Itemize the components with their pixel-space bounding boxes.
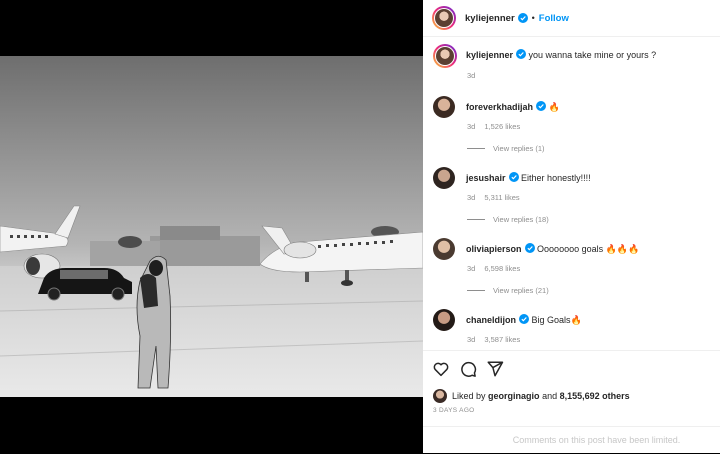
- comments-list[interactable]: kyliejenner you wanna take mine or yours…: [423, 37, 720, 350]
- caption-meta: 3d: [467, 71, 484, 80]
- liked-by: Liked by georginagio and 8,155,692 other…: [433, 389, 630, 403]
- caption: kyliejenner you wanna take mine or yours…: [433, 44, 656, 68]
- post-panel: kyliejenner • Follow kyliejenner you wan…: [423, 0, 720, 453]
- avatar: [435, 9, 453, 27]
- verified-icon: [536, 101, 547, 111]
- comment-avatar[interactable]: [433, 238, 455, 260]
- comment-item: chaneldijon Big Goals🔥: [433, 309, 582, 331]
- comment-text: Either honestly!!!!: [521, 173, 591, 183]
- post-actions: Liked by georginagio and 8,155,692 other…: [423, 350, 720, 453]
- comment-likes[interactable]: 1,526 likes: [484, 122, 520, 131]
- likes-others[interactable]: 8,155,692 others: [560, 391, 630, 401]
- view-replies-label: View replies (1): [493, 144, 545, 153]
- liked-by-conjunction: and: [542, 391, 558, 401]
- liked-by-prefix: Liked by: [452, 391, 486, 401]
- comment-meta: 3d 5,311 likes: [467, 193, 529, 202]
- comment-username[interactable]: jesushair: [466, 173, 506, 183]
- view-replies-label: View replies (18): [493, 215, 549, 224]
- verified-icon: [517, 13, 528, 23]
- separator-dot: •: [531, 13, 535, 23]
- comment-avatar[interactable]: [433, 309, 455, 331]
- view-replies-button[interactable]: View replies (18): [467, 215, 549, 224]
- header-username[interactable]: kyliejenner: [465, 13, 515, 24]
- post-viewer: kyliejenner • Follow kyliejenner you wan…: [0, 0, 720, 453]
- verified-icon: [516, 49, 527, 59]
- comment-text: 🔥: [548, 102, 560, 112]
- follow-button[interactable]: Follow: [539, 13, 569, 24]
- comments-limited-notice: Comments on this post have been limited.: [423, 426, 720, 454]
- caption-username[interactable]: kyliejenner: [466, 50, 513, 60]
- verified-icon: [508, 172, 519, 182]
- comment-text: Oooooooo goals 🔥🔥🔥: [537, 244, 640, 254]
- comment-username[interactable]: oliviapierson: [466, 244, 522, 254]
- comment-avatar[interactable]: [433, 96, 455, 118]
- first-liker[interactable]: georginagio: [488, 391, 540, 401]
- share-icon[interactable]: [486, 360, 504, 378]
- comment-username[interactable]: chaneldijon: [466, 315, 516, 325]
- comment-username[interactable]: foreverkhadijah: [466, 102, 533, 112]
- photo-airport-jets: [0, 56, 423, 397]
- caption-story-ring[interactable]: [433, 44, 457, 68]
- comment-likes[interactable]: 6,598 likes: [484, 264, 520, 273]
- verified-icon: [519, 314, 530, 324]
- story-ring[interactable]: [432, 6, 456, 30]
- verified-icon: [524, 243, 535, 253]
- comment-item: jesushair Either honestly!!!!: [433, 167, 591, 189]
- comment-time: 3d: [467, 193, 476, 202]
- post-media: [0, 0, 423, 453]
- comment-item: oliviapierson Oooooooo goals 🔥🔥🔥: [433, 238, 639, 260]
- comment-time: 3d: [467, 335, 476, 344]
- view-replies-button[interactable]: View replies (21): [467, 286, 549, 295]
- comment-time: 3d: [467, 122, 476, 131]
- comment-text: Big Goals🔥: [531, 315, 582, 325]
- view-replies-label: View replies (21): [493, 286, 549, 295]
- post-timestamp[interactable]: 3 DAYS AGO: [433, 407, 475, 414]
- comment-item: foreverkhadijah 🔥: [433, 96, 560, 118]
- view-replies-button[interactable]: View replies (1): [467, 144, 545, 153]
- post-header: kyliejenner • Follow: [423, 0, 720, 37]
- comment-meta: 3d 1,526 likes: [467, 122, 529, 131]
- liker-avatar[interactable]: [433, 389, 447, 403]
- heart-icon[interactable]: [432, 360, 450, 378]
- post-photo[interactable]: [0, 56, 423, 397]
- comment-time: 3d: [467, 264, 476, 273]
- comment-meta: 3d 3,587 likes: [467, 335, 529, 344]
- caption-time: 3d: [467, 71, 476, 80]
- comment-likes[interactable]: 5,311 likes: [484, 193, 519, 202]
- comment-icon[interactable]: [459, 360, 477, 378]
- comment-meta: 3d 6,598 likes: [467, 264, 529, 273]
- caption-avatar: [436, 47, 454, 65]
- action-icons: [432, 360, 504, 378]
- comment-likes[interactable]: 3,587 likes: [484, 335, 520, 344]
- comment-avatar[interactable]: [433, 167, 455, 189]
- caption-text: you wanna take mine or yours ?: [528, 50, 657, 60]
